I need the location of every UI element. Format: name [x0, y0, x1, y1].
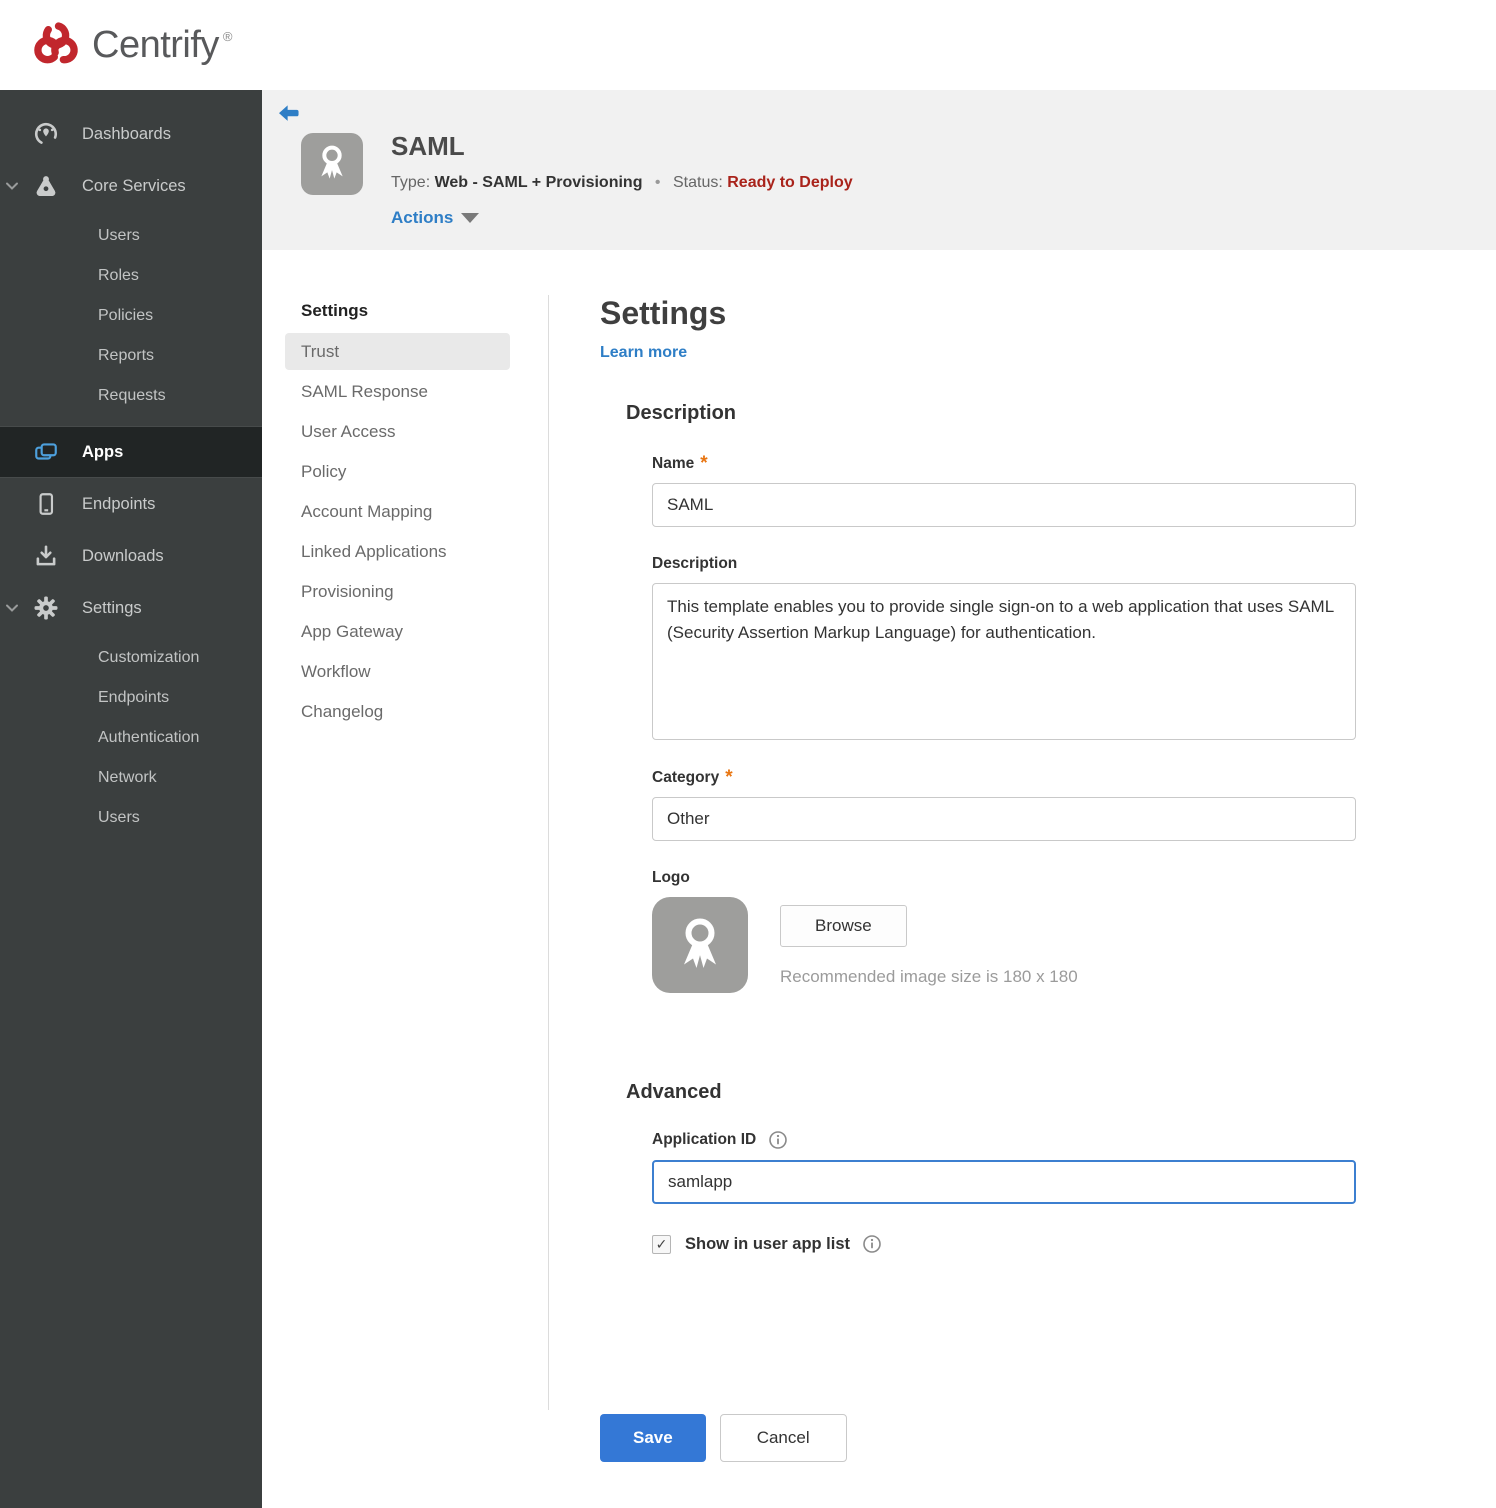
sidebar-item-requests[interactable]: Requests: [0, 376, 262, 416]
sidebar-item-label: Core Services: [82, 176, 186, 195]
info-icon[interactable]: [862, 1234, 882, 1254]
sidebar-item-apps[interactable]: Apps: [0, 426, 262, 478]
sidebar-item-label: Dashboards: [82, 124, 171, 143]
top-bar: Centrify ®: [0, 0, 1496, 90]
subnav-item-app-gateway[interactable]: App Gateway: [285, 613, 510, 650]
category-label-row: Category *: [652, 767, 1356, 788]
sidebar-item-settings-users[interactable]: Users: [0, 798, 262, 838]
description-label: Description: [652, 555, 738, 572]
learn-more-link[interactable]: Learn more: [600, 344, 687, 362]
gear-icon: [33, 595, 59, 621]
sidebar-item-customization[interactable]: Customization: [0, 638, 262, 678]
app-title: SAML: [391, 131, 465, 161]
sidebar-item-reports[interactable]: Reports: [0, 336, 262, 376]
gauge-icon: [33, 121, 59, 147]
apps-icon: [33, 439, 59, 465]
subnav-item-policy[interactable]: Policy: [285, 453, 510, 490]
sidebar-item-authentication[interactable]: Authentication: [0, 718, 262, 758]
sidebar-item-label: Endpoints: [82, 494, 156, 513]
cancel-button[interactable]: Cancel: [719, 1414, 847, 1462]
chevron-down-icon[interactable]: [5, 180, 19, 192]
subnav-item-changelog[interactable]: Changelog: [285, 693, 510, 730]
category-label: Category: [652, 769, 720, 786]
show-in-user-app-list-label: Show in user app list: [685, 1234, 882, 1254]
app-header: SAML Type: Web - SAML + Provisioning • S…: [262, 90, 1496, 250]
sidebar-item-settings-endpoints[interactable]: Endpoints: [0, 678, 262, 718]
chevron-down-icon[interactable]: [5, 602, 19, 614]
type-label: Type:: [391, 174, 431, 191]
name-label: Name: [652, 455, 695, 472]
brand-name: Centrify: [92, 23, 219, 66]
award-ribbon-icon: [312, 142, 352, 187]
sidebar-item-label: Settings: [82, 598, 142, 617]
mobile-device-icon: [33, 491, 59, 517]
subnav-item-saml-response[interactable]: SAML Response: [285, 373, 510, 410]
status-badge: Ready to Deploy: [727, 174, 853, 191]
award-ribbon-icon: [670, 913, 730, 978]
advanced-section-title: Advanced: [626, 1081, 722, 1103]
app-meta-line: Type: Web - SAML + Provisioning • Status…: [391, 174, 853, 192]
application-id-label-row: Application ID: [652, 1130, 1356, 1150]
required-asterisk: *: [700, 453, 708, 474]
sidebar-item-downloads[interactable]: Downloads: [0, 530, 262, 582]
sidebar-item-label: Downloads: [82, 546, 164, 565]
core-services-icon: [33, 173, 59, 199]
sidebar-item-settings[interactable]: Settings: [0, 582, 262, 634]
sidebar-item-network[interactable]: Network: [0, 758, 262, 798]
subnav-item-provisioning[interactable]: Provisioning: [285, 573, 510, 610]
name-field[interactable]: [652, 483, 1356, 527]
name-label-row: Name *: [652, 453, 1356, 474]
actions-label: Actions: [391, 208, 454, 227]
download-icon: [33, 543, 59, 569]
application-id-field[interactable]: [652, 1160, 1356, 1204]
save-button[interactable]: Save: [600, 1414, 706, 1462]
centrify-swirl-icon: [30, 19, 82, 71]
logo-label-row: Logo: [652, 869, 1356, 887]
sidebar-item-policies[interactable]: Policies: [0, 296, 262, 336]
description-section-title: Description: [626, 402, 737, 424]
description-field[interactable]: This template enables you to provide sin…: [652, 583, 1356, 740]
sidebar-item-dashboards[interactable]: Dashboards: [0, 108, 262, 160]
settings-subnav: Settings Trust SAML Response User Access…: [285, 295, 510, 1508]
sidebar: Dashboards Core Services Users Roles Pol…: [0, 90, 262, 1508]
sidebar-item-core-services[interactable]: Core Services: [0, 160, 262, 212]
status-label: Status:: [672, 174, 723, 191]
description-label-row: Description: [652, 555, 1356, 573]
subnav-item-workflow[interactable]: Workflow: [285, 653, 510, 690]
core-services-sublist: Users Roles Policies Reports Requests: [0, 212, 262, 426]
app-logo-badge: [301, 133, 363, 195]
subnav-item-account-mapping[interactable]: Account Mapping: [285, 493, 510, 530]
required-asterisk: *: [725, 767, 733, 788]
type-value: Web - SAML + Provisioning: [434, 174, 643, 191]
settings-form: Settings Learn more Description Name * D…: [600, 295, 1356, 1508]
sidebar-item-endpoints[interactable]: Endpoints: [0, 478, 262, 530]
subnav-item-linked-applications[interactable]: Linked Applications: [285, 533, 510, 570]
logo-size-hint: Recommended image size is 180 x 180: [780, 967, 1078, 986]
application-id-label: Application ID: [652, 1131, 757, 1148]
actions-dropdown[interactable]: Actions: [391, 208, 480, 228]
sidebar-item-users[interactable]: Users: [0, 216, 262, 256]
back-arrow-icon[interactable]: [278, 104, 300, 124]
subnav-item-trust[interactable]: Trust: [285, 333, 510, 370]
show-in-user-app-list-checkbox[interactable]: [652, 1234, 671, 1254]
logo-label: Logo: [652, 869, 690, 886]
browse-button[interactable]: Browse: [780, 905, 907, 947]
meta-separator: •: [654, 174, 661, 191]
brand-logo: Centrify ®: [30, 19, 233, 71]
page-title: Settings: [600, 295, 727, 331]
settings-sublist: Customization Endpoints Authentication N…: [0, 634, 262, 848]
caret-down-icon: [461, 213, 480, 223]
info-icon[interactable]: [768, 1130, 788, 1150]
category-field[interactable]: [652, 797, 1356, 841]
subnav-heading: Settings: [301, 301, 369, 320]
subnav-item-user-access[interactable]: User Access: [285, 413, 510, 450]
registered-mark: ®: [222, 29, 233, 44]
sidebar-item-label: Apps: [82, 442, 124, 461]
sidebar-item-roles[interactable]: Roles: [0, 256, 262, 296]
vertical-divider: [548, 295, 549, 1410]
logo-preview: [652, 897, 748, 993]
